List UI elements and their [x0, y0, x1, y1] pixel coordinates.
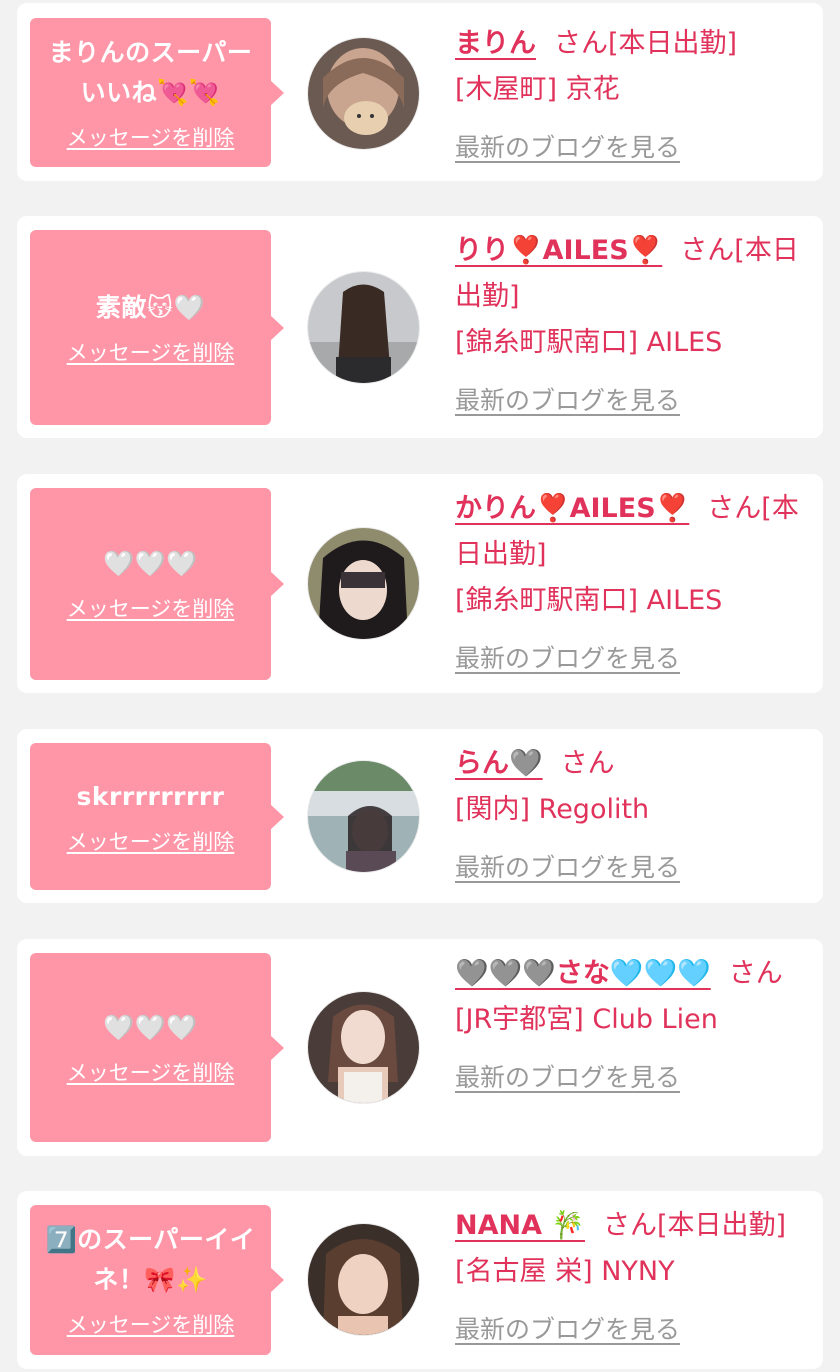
message-bubble: 🤍🤍🤍 メッセージを削除 [30, 953, 284, 1142]
avatar[interactable] [308, 992, 419, 1103]
cast-name-link[interactable]: 🩶🩶🩶さな🩵🩵🩵 [455, 958, 711, 989]
shop-location: [木屋町] 京花 [455, 74, 620, 105]
message-bubble: skrrrrrrrrr メッセージを削除 [30, 743, 284, 890]
cast-info: まりん さん[本日出勤] [木屋町] 京花 最新のブログを見る [455, 21, 805, 171]
message-text: まりんのスーパー いいね💘💘 [48, 37, 253, 107]
honorific: さん [554, 28, 608, 59]
avatar-photo [308, 38, 419, 149]
avatar-photo [308, 992, 419, 1103]
honorific: さん [728, 958, 783, 989]
message-bubble: 🤍🤍🤍 メッセージを削除 [30, 488, 284, 680]
latest-blog-link[interactable]: 最新のブログを見る [455, 1055, 680, 1101]
avatar[interactable] [308, 272, 419, 383]
latest-blog-link[interactable]: 最新のブログを見る [455, 1307, 680, 1353]
status-text: [本日出勤] [657, 1210, 787, 1241]
cast-name-link[interactable]: NANA 🎋 [455, 1210, 585, 1241]
shop-location: [錦糸町駅南口] AILES [455, 585, 723, 616]
message-text: 🤍🤍🤍 [103, 1012, 198, 1042]
avatar-photo [308, 1224, 419, 1335]
cast-info: NANA 🎋 さん[本日出勤] [名古屋 栄] NYNY 最新のブログを見る [455, 1203, 805, 1353]
cast-info: かりん❣️AILES❣️ さん[本日出勤] [錦糸町駅南口] AILES 最新のブ… [455, 486, 805, 682]
message-text: 🤍🤍🤍 [103, 549, 198, 578]
honorific: さん [560, 748, 615, 779]
status-text: [本日出勤] [608, 28, 738, 59]
delete-message-link[interactable]: メッセージを削除 [67, 1310, 235, 1340]
cast-info: りり❣️AILES❣️ さん[本日出勤] [錦糸町駅南口] AILES 最新のブロ… [455, 228, 805, 424]
shop-location: [名古屋 栄] NYNY [455, 1256, 675, 1287]
message-text: skrrrrrrrrr [76, 781, 225, 811]
avatar[interactable] [308, 1224, 419, 1335]
cast-name-link[interactable]: らん🩶 [455, 748, 543, 779]
avatar-photo [308, 528, 419, 639]
latest-blog-link[interactable]: 最新のブログを見る [455, 378, 680, 424]
message-card: 7️⃣のスーパーイイ ネ！🎀✨ メッセージを削除 NANA 🎋 さん[本日出勤] … [17, 1191, 823, 1369]
message-text: 素敵😽🤍 [95, 292, 206, 322]
cast-info: らん🩶 さん [関内] Regolith 最新のブログを見る [455, 741, 805, 891]
message-card: skrrrrrrrrr メッセージを削除 らん🩶 さん [関内] Regolith… [17, 729, 823, 903]
shop-location: [錦糸町駅南口] AILES [455, 327, 723, 358]
cast-name-link[interactable]: りり❣️AILES❣️ [455, 235, 662, 266]
honorific: さん [603, 1210, 658, 1241]
message-bubble: 7️⃣のスーパーイイ ネ！🎀✨ メッセージを削除 [30, 1205, 284, 1355]
delete-message-link[interactable]: メッセージを削除 [67, 827, 235, 857]
cast-name-link[interactable]: かりん❣️AILES❣️ [455, 493, 689, 524]
message-card: まりんのスーパー いいね💘💘 メッセージを削除 まりん さん[本日出勤] [木屋町… [17, 3, 823, 181]
message-bubble: まりんのスーパー いいね💘💘 メッセージを削除 [30, 18, 284, 167]
cast-name-link[interactable]: まりん [455, 28, 536, 59]
latest-blog-link[interactable]: 最新のブログを見る [455, 125, 680, 171]
message-card: 🤍🤍🤍 メッセージを削除 かりん❣️AILES❣️ さん[本日出勤] [錦糸町駅南… [17, 474, 823, 693]
delete-message-link[interactable]: メッセージを削除 [67, 1058, 235, 1088]
delete-message-link[interactable]: メッセージを削除 [67, 594, 235, 624]
message-bubble: 素敵😽🤍 メッセージを削除 [30, 230, 284, 425]
message-text: 7️⃣のスーパーイイ ネ！🎀✨ [45, 1225, 256, 1294]
shop-location: [JR宇都宮] Club Lien [455, 1004, 718, 1035]
shop-location: [関内] Regolith [455, 794, 650, 825]
avatar[interactable] [308, 761, 419, 872]
message-card: 🤍🤍🤍 メッセージを削除 🩶🩶🩶さな🩵🩵🩵 さん [JR宇都宮] Club Lie… [17, 939, 823, 1156]
avatar[interactable] [308, 38, 419, 149]
delete-message-link[interactable]: メッセージを削除 [67, 338, 235, 368]
delete-message-link[interactable]: メッセージを削除 [67, 123, 235, 153]
cast-info: 🩶🩶🩶さな🩵🩵🩵 さん [JR宇都宮] Club Lien 最新のブログを見る [455, 951, 805, 1101]
avatar-photo [308, 761, 419, 872]
honorific: さん [680, 235, 735, 266]
avatar-photo [308, 272, 419, 383]
avatar[interactable] [308, 528, 419, 639]
message-card: 素敵😽🤍 メッセージを削除 りり❣️AILES❣️ さん[本日出勤] [錦糸町駅南… [17, 216, 823, 438]
latest-blog-link[interactable]: 最新のブログを見る [455, 845, 680, 891]
honorific: さん [707, 493, 762, 524]
latest-blog-link[interactable]: 最新のブログを見る [455, 636, 680, 682]
